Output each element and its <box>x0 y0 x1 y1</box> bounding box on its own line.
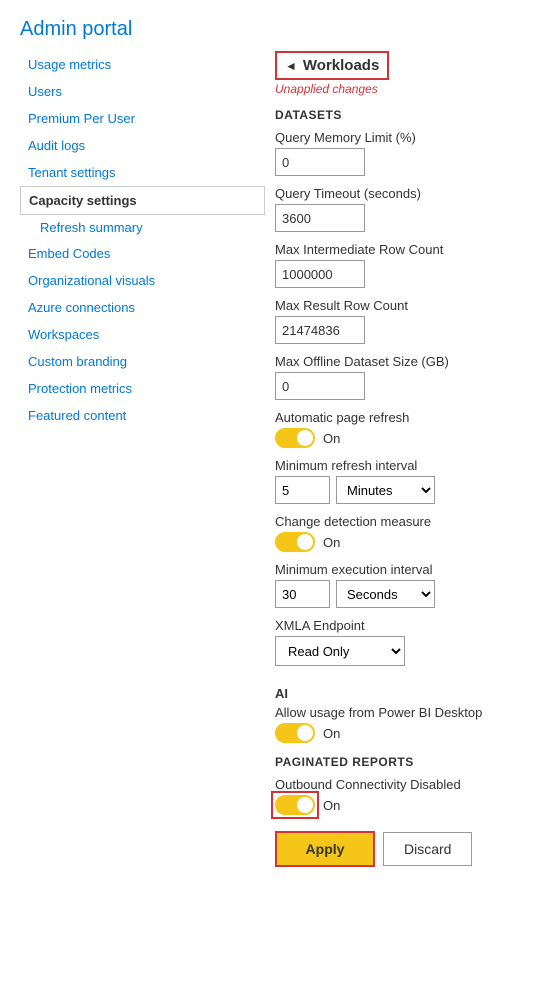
ai-section-label: AI <box>275 686 542 701</box>
change-detection-toggle-text: On <box>323 535 340 550</box>
workloads-header[interactable]: ◄ Workloads <box>275 51 389 80</box>
sidebar: Usage metricsUsersPremium Per UserAudit … <box>0 51 265 867</box>
allow-usage-label: Allow usage from Power BI Desktop <box>275 705 542 720</box>
max-result-row-label: Max Result Row Count <box>275 298 542 313</box>
main-content: ◄ Workloads Unapplied changes DATASETS Q… <box>265 51 557 867</box>
xmla-endpoint-field: Off Read Only Read Write <box>275 636 542 676</box>
query-timeout-input[interactable] <box>275 204 365 232</box>
auto-page-refresh-label: Automatic page refresh <box>275 410 542 425</box>
query-memory-limit-label: Query Memory Limit (%) <box>275 130 542 145</box>
max-result-row-input[interactable] <box>275 316 365 344</box>
ai-toggle-text: On <box>323 726 340 741</box>
max-intermediate-row-input[interactable] <box>275 260 365 288</box>
outbound-connectivity-toggle[interactable] <box>275 795 315 815</box>
apply-button[interactable]: Apply <box>275 831 375 867</box>
datasets-section-label: DATASETS <box>275 108 542 122</box>
sidebar-item-protection-metrics[interactable]: Protection metrics <box>20 375 265 402</box>
min-execution-interval-unit-select[interactable]: Seconds Minutes <box>336 580 435 608</box>
query-memory-limit-input[interactable] <box>275 148 365 176</box>
xmla-endpoint-label: XMLA Endpoint <box>275 618 542 633</box>
admin-header: Admin portal <box>0 0 557 51</box>
ai-toggle[interactable] <box>275 723 315 743</box>
min-execution-interval-row: Seconds Minutes <box>275 580 542 608</box>
sidebar-item-custom-branding[interactable]: Custom branding <box>20 348 265 375</box>
outbound-connectivity-label: Outbound Connectivity Disabled <box>275 777 542 792</box>
sidebar-item-refresh-summary[interactable]: Refresh summary <box>20 215 265 240</box>
max-intermediate-row-label: Max Intermediate Row Count <box>275 242 542 257</box>
sidebar-item-usage-metrics[interactable]: Usage metrics <box>20 51 265 78</box>
sidebar-item-users[interactable]: Users <box>20 78 265 105</box>
min-execution-interval-input[interactable] <box>275 580 330 608</box>
auto-page-refresh-toggle[interactable] <box>275 428 315 448</box>
sidebar-item-capacity-settings[interactable]: Capacity settings <box>20 186 265 215</box>
min-refresh-interval-label: Minimum refresh interval <box>275 458 542 473</box>
outbound-toggle-row: On <box>275 795 542 815</box>
min-execution-interval-label: Minimum execution interval <box>275 562 542 577</box>
workloads-arrow: ◄ <box>285 59 297 73</box>
main-layout: Usage metricsUsersPremium Per UserAudit … <box>0 51 557 887</box>
max-offline-dataset-input[interactable] <box>275 372 365 400</box>
sidebar-item-azure-connections[interactable]: Azure connections <box>20 294 265 321</box>
max-offline-dataset-field: Max Offline Dataset Size (GB) <box>275 354 542 400</box>
sidebar-item-tenant-settings[interactable]: Tenant settings <box>20 159 265 186</box>
auto-page-refresh-toggle-text: On <box>323 431 340 446</box>
sidebar-item-audit-logs[interactable]: Audit logs <box>20 132 265 159</box>
workloads-title: Workloads <box>303 57 379 74</box>
paginated-reports-label: PAGINATED REPORTS <box>275 755 542 769</box>
min-refresh-interval-row: Minutes Seconds <box>275 476 542 504</box>
max-result-row-field: Max Result Row Count <box>275 298 542 344</box>
sidebar-item-workspaces[interactable]: Workspaces <box>20 321 265 348</box>
max-intermediate-row-field: Max Intermediate Row Count <box>275 242 542 288</box>
xmla-endpoint-select[interactable]: Off Read Only Read Write <box>275 636 405 666</box>
auto-page-refresh-row: On <box>275 428 542 448</box>
outbound-connectivity-toggle-text: On <box>323 798 340 813</box>
change-detection-row: On <box>275 532 542 552</box>
page-title: Admin portal <box>20 18 537 41</box>
change-detection-label: Change detection measure <box>275 514 542 529</box>
action-buttons: Apply Discard <box>275 831 542 867</box>
sidebar-item-premium-per-user[interactable]: Premium Per User <box>20 105 265 132</box>
sidebar-item-organizational-visuals[interactable]: Organizational visuals <box>20 267 265 294</box>
discard-button[interactable]: Discard <box>383 832 472 866</box>
unapplied-changes-text: Unapplied changes <box>275 82 542 96</box>
sidebar-item-embed-codes[interactable]: Embed Codes <box>20 240 265 267</box>
query-memory-limit-field: Query Memory Limit (%) <box>275 130 542 176</box>
min-refresh-interval-unit-select[interactable]: Minutes Seconds <box>336 476 435 504</box>
query-timeout-label: Query Timeout (seconds) <box>275 186 542 201</box>
query-timeout-field: Query Timeout (seconds) <box>275 186 542 232</box>
ai-toggle-row: On <box>275 723 542 743</box>
max-offline-dataset-label: Max Offline Dataset Size (GB) <box>275 354 542 369</box>
change-detection-toggle[interactable] <box>275 532 315 552</box>
sidebar-item-featured-content[interactable]: Featured content <box>20 402 265 429</box>
min-refresh-interval-input[interactable] <box>275 476 330 504</box>
